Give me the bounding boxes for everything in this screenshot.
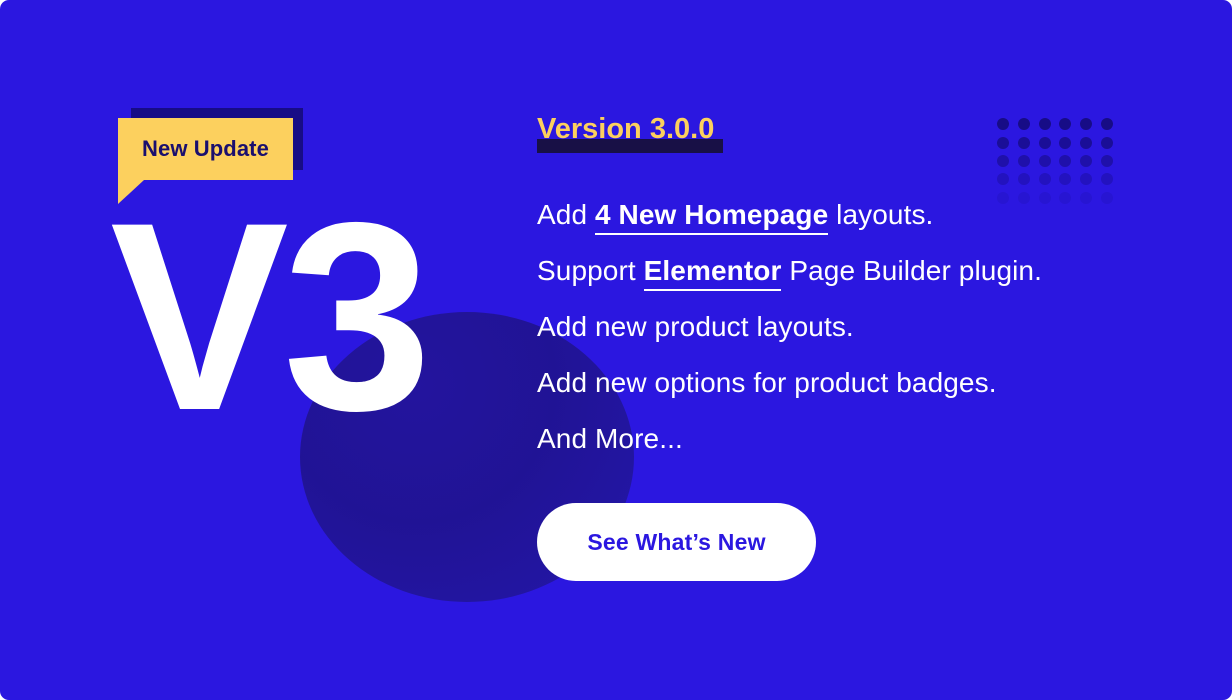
version-heading-text: Version 3.0.0: [537, 113, 715, 145]
feature-prefix: Support: [537, 255, 644, 286]
feature-emphasis: 4 New Homepage: [595, 199, 829, 235]
feature-prefix: Add new options for product badges.: [537, 367, 997, 398]
feature-item: Add 4 New Homepage layouts.: [537, 187, 1157, 243]
feature-suffix: Page Builder plugin.: [781, 255, 1042, 286]
banner-left-column: New Update V3: [0, 0, 520, 700]
feature-prefix: Add new product layouts.: [537, 311, 854, 342]
version-heading: Version 3.0.0: [537, 113, 723, 153]
promo-banner: New Update V3 Version 3.0.0 Add 4 New Ho…: [0, 0, 1232, 700]
see-whats-new-button[interactable]: See What’s New: [537, 503, 816, 581]
feature-item: Add new product layouts.: [537, 299, 1157, 355]
feature-prefix: And More...: [537, 423, 683, 454]
version-mark: V3: [110, 166, 432, 466]
feature-suffix: layouts.: [828, 199, 934, 230]
banner-right-column: Version 3.0.0 Add 4 New Homepage layouts…: [537, 0, 1177, 700]
feature-prefix: Add: [537, 199, 595, 230]
feature-item: Support Elementor Page Builder plugin.: [537, 243, 1157, 299]
feature-item: And More...: [537, 411, 1157, 467]
feature-emphasis: Elementor: [643, 255, 782, 291]
feature-item: Add new options for product badges.: [537, 355, 1157, 411]
feature-list: Add 4 New Homepage layouts. Support Elem…: [537, 187, 1157, 467]
badge-label: New Update: [142, 136, 269, 161]
